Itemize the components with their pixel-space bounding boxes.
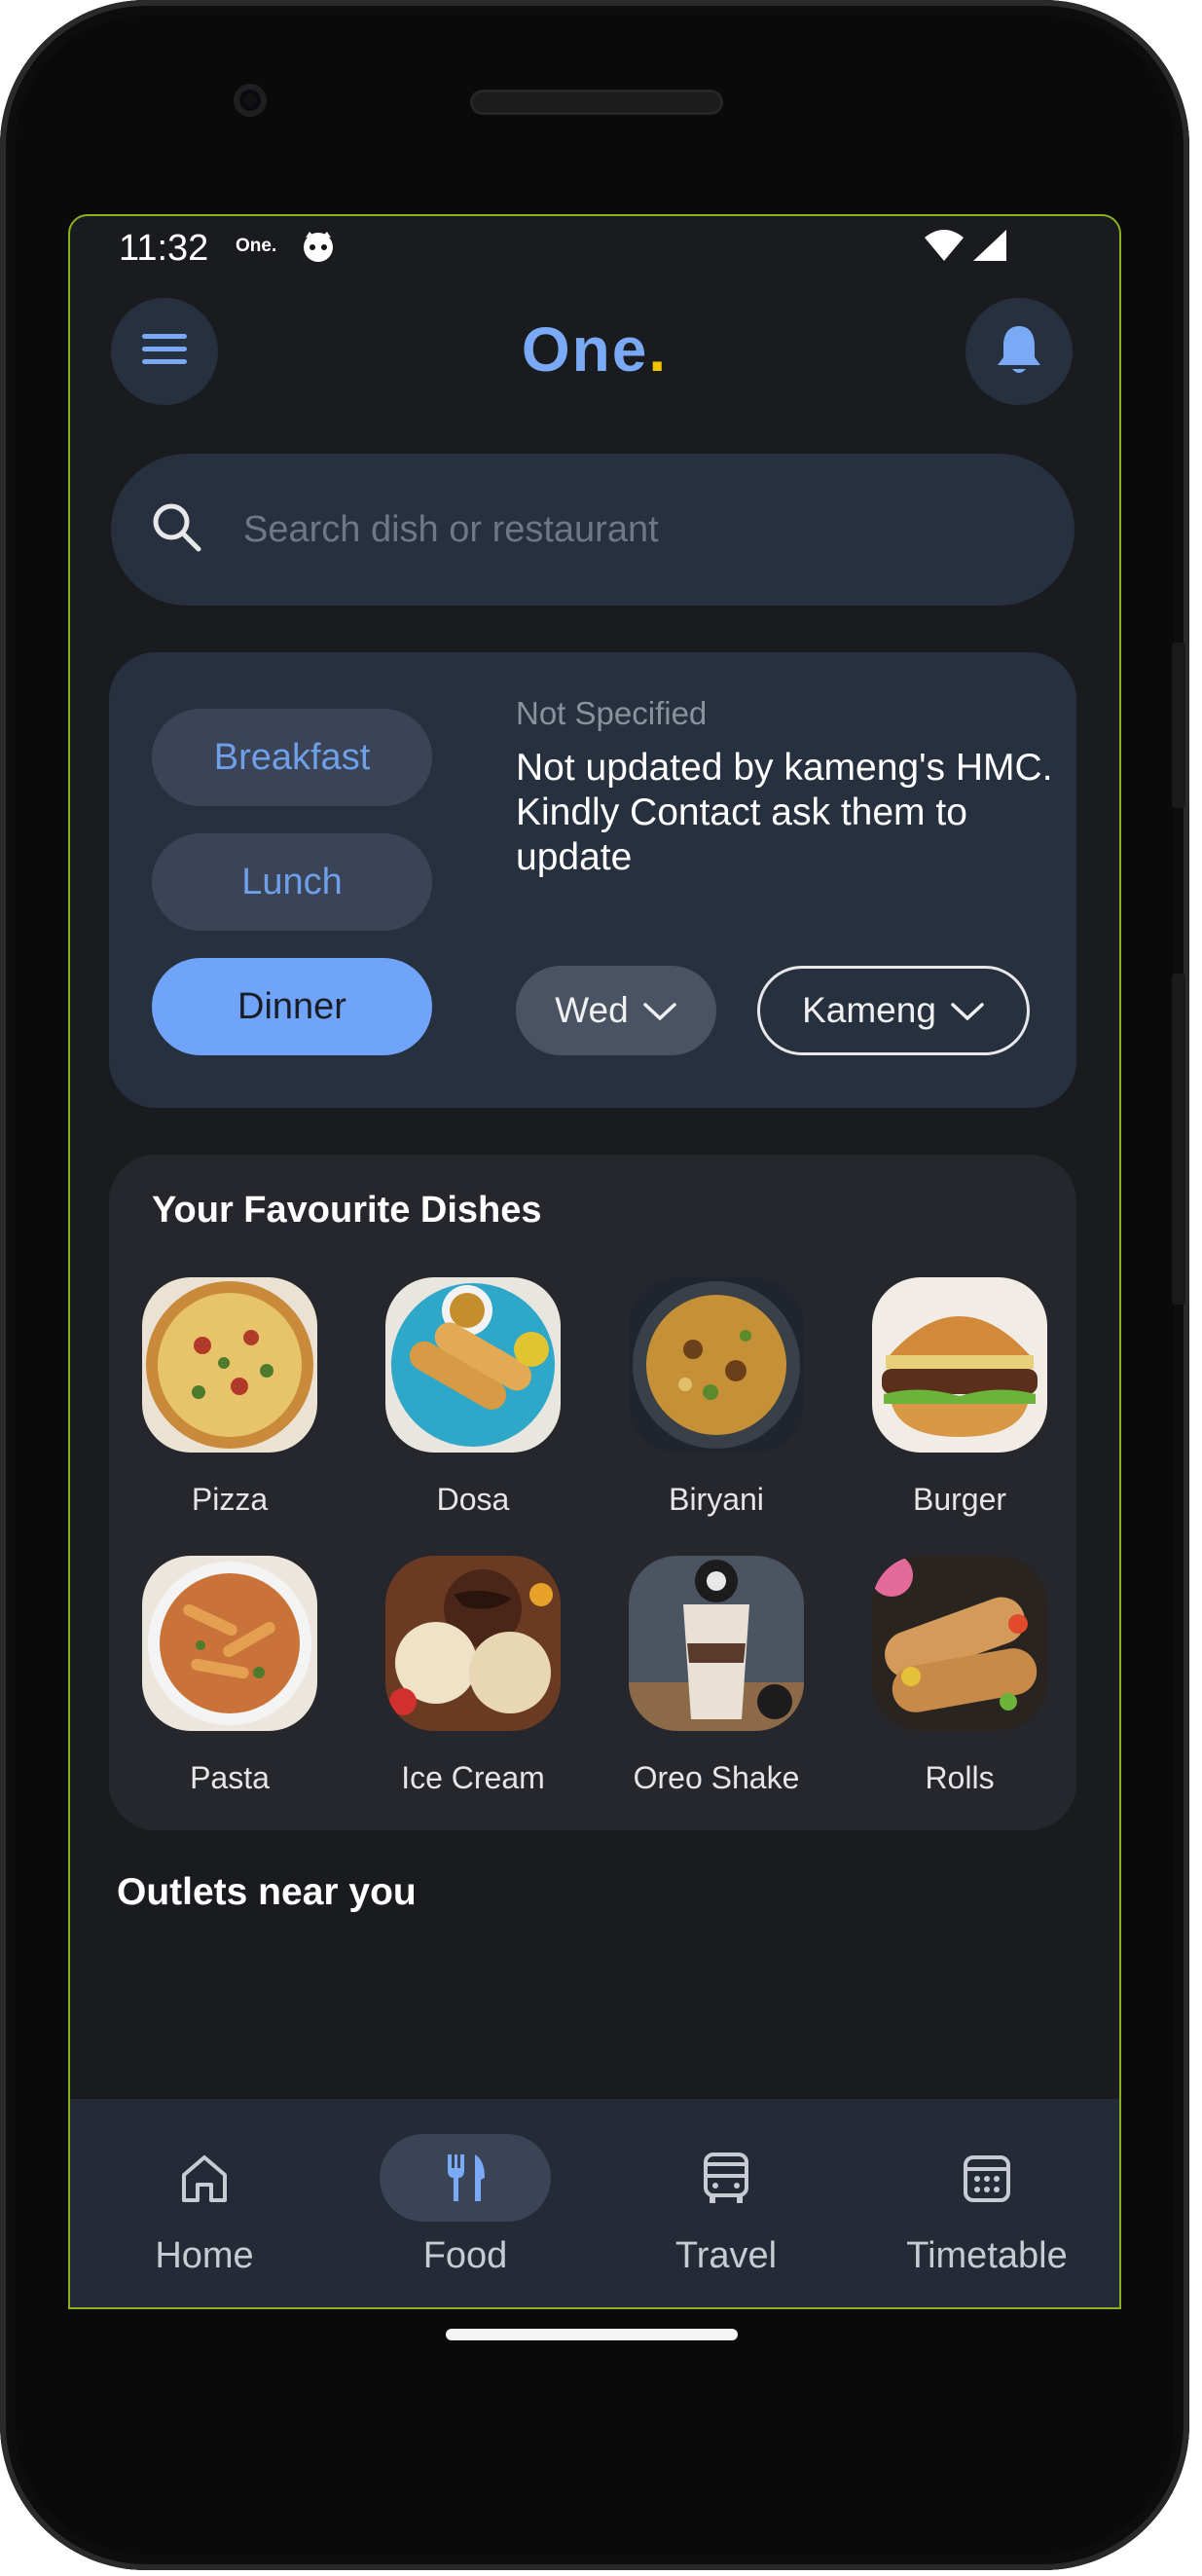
- hostel-select[interactable]: Kameng: [757, 966, 1030, 1055]
- meal-tab-dinner[interactable]: Dinner: [152, 958, 432, 1055]
- nav-label: Home: [155, 2235, 254, 2276]
- app-screen: 11:32 One. One. Search dish or restauran…: [68, 214, 1121, 2309]
- search-bar[interactable]: Search dish or restaurant: [111, 454, 1075, 606]
- dish-oreo-shake[interactable]: Oreo Shake: [629, 1556, 804, 1796]
- home-indicator[interactable]: [446, 2329, 738, 2340]
- app-logo: One.: [70, 313, 1119, 386]
- status-bar: 11:32 One.: [70, 216, 1119, 273]
- dish-biryani[interactable]: Biryani: [629, 1277, 804, 1518]
- dish-burger[interactable]: Burger: [872, 1277, 1047, 1518]
- favourites-title: Your Favourite Dishes: [152, 1190, 542, 1231]
- nav-label: Food: [422, 2235, 508, 2276]
- bell-icon: [994, 322, 1044, 382]
- bottom-navigation: Home Food Travel Timetable: [70, 2099, 1119, 2307]
- dish-label: Pasta: [190, 1760, 270, 1795]
- phone-frame: 11:32 One. One. Search dish or restauran…: [0, 0, 1189, 2570]
- dish-rolls[interactable]: Rolls: [872, 1556, 1047, 1796]
- cat-face-icon: [300, 230, 337, 268]
- dish-image: [629, 1556, 804, 1731]
- dish-pizza[interactable]: Pizza: [142, 1277, 317, 1518]
- dish-image: [385, 1277, 561, 1453]
- hostel-select-value: Kameng: [802, 990, 936, 1030]
- menu-message: Not updated by kameng's HMC. Kindly Cont…: [516, 747, 1053, 878]
- power-button: [1172, 643, 1185, 808]
- nav-tab-home[interactable]: Home: [78, 2134, 331, 2277]
- meal-tab-label: Lunch: [241, 861, 343, 902]
- status-app-badge: One.: [236, 236, 277, 256]
- dish-label: Rolls: [925, 1760, 995, 1795]
- nav-tab-timetable[interactable]: Timetable: [860, 2134, 1113, 2277]
- earpiece-speaker: [470, 90, 723, 115]
- day-select[interactable]: Wed: [516, 966, 716, 1055]
- menu-status: Not Specified: [516, 695, 708, 731]
- dish-image: [142, 1556, 317, 1731]
- dish-pasta[interactable]: Pasta: [142, 1556, 317, 1796]
- bus-icon: [640, 2134, 812, 2222]
- nav-label: Travel: [674, 2235, 778, 2276]
- dish-image: [872, 1277, 1047, 1453]
- nav-label: Timetable: [906, 2235, 1068, 2276]
- logo-dot: .: [648, 314, 669, 385]
- dish-image: [142, 1277, 317, 1453]
- notifications-button[interactable]: [965, 298, 1073, 405]
- dish-label: Biryani: [669, 1482, 764, 1517]
- dish-image: [629, 1277, 804, 1453]
- meal-tab-label: Breakfast: [213, 736, 371, 778]
- signal-icon: [971, 228, 1008, 268]
- volume-button: [1172, 974, 1185, 1305]
- dish-label: Ice Cream: [401, 1760, 545, 1795]
- fork-knife-icon: [380, 2134, 551, 2222]
- meal-tab-breakfast[interactable]: Breakfast: [152, 709, 432, 806]
- dish-dosa[interactable]: Dosa: [385, 1277, 561, 1518]
- status-time: 11:32: [119, 228, 209, 269]
- logo-text: One: [521, 314, 649, 385]
- mess-menu-card: Breakfast Lunch Dinner Not Specified Not…: [109, 652, 1076, 1108]
- search-icon: [150, 500, 204, 560]
- dish-label: Oreo Shake: [633, 1760, 800, 1795]
- dish-image: [385, 1556, 561, 1731]
- home-icon: [119, 2134, 290, 2222]
- chevron-down-icon: [950, 990, 985, 1031]
- calendar-icon: [901, 2134, 1073, 2222]
- dish-label: Burger: [912, 1482, 1007, 1517]
- dish-image: [872, 1556, 1047, 1731]
- nav-tab-travel[interactable]: Travel: [600, 2134, 853, 2277]
- chevron-down-icon: [642, 990, 677, 1031]
- outlets-title: Outlets near you: [117, 1871, 417, 1913]
- front-camera: [234, 84, 267, 117]
- search-placeholder[interactable]: Search dish or restaurant: [243, 509, 659, 551]
- nav-tab-food[interactable]: Food: [339, 2134, 592, 2277]
- dish-ice-cream[interactable]: Ice Cream: [385, 1556, 561, 1796]
- dish-label: Pizza: [191, 1482, 269, 1517]
- day-select-value: Wed: [555, 990, 629, 1030]
- meal-tab-lunch[interactable]: Lunch: [152, 833, 432, 931]
- dish-label: Dosa: [436, 1482, 510, 1517]
- favourite-dishes-card: Your Favourite Dishes Pizza Dosa Biryani: [109, 1155, 1076, 1830]
- wifi-icon: [923, 228, 965, 268]
- meal-tab-label: Dinner: [237, 985, 346, 1027]
